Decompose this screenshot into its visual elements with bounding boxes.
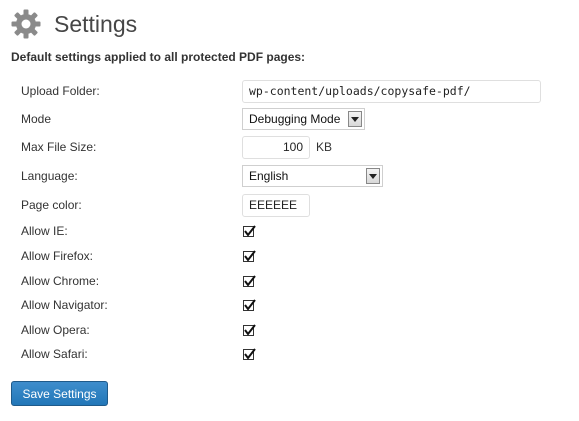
- allow-chrome-row: Allow Chrome:: [21, 270, 561, 292]
- allow-opera-checkbox[interactable]: [243, 323, 256, 336]
- page-color-row: Page color: EEEEEE: [21, 193, 561, 217]
- allow-chrome-checkbox[interactable]: [243, 274, 256, 287]
- allow-ie-row: Allow IE:: [21, 220, 561, 242]
- allow-opera-label: Allow Opera:: [21, 323, 90, 337]
- checkmark-icon: [244, 347, 256, 360]
- chevron-down-icon: [348, 111, 362, 127]
- allow-navigator-label: Allow Navigator:: [21, 298, 108, 312]
- allow-ie-label: Allow IE:: [21, 224, 68, 238]
- max-file-size-unit: KB: [316, 140, 333, 154]
- page-color-value: EEEEEE: [249, 198, 298, 212]
- page-color-input[interactable]: EEEEEE: [242, 193, 310, 217]
- page-color-label: Page color:: [21, 198, 82, 212]
- upload-folder-label: Upload Folder:: [21, 84, 100, 98]
- mode-row: Mode Debugging Mode: [21, 108, 561, 130]
- allow-firefox-row: Allow Firefox:: [21, 245, 561, 267]
- max-file-size-input[interactable]: 100: [242, 135, 310, 159]
- allow-firefox-checkbox[interactable]: [243, 249, 256, 262]
- max-file-size-row: Max File Size: 100 KB: [21, 135, 561, 159]
- allow-chrome-label: Allow Chrome:: [21, 274, 100, 288]
- upload-folder-row: Upload Folder: wp-content/uploads/copysa…: [21, 79, 561, 103]
- upload-folder-value: wp-content/uploads/copysafe-pdf/: [249, 84, 471, 98]
- save-settings-button[interactable]: Save Settings: [11, 381, 108, 406]
- gear-icon: [11, 9, 41, 39]
- language-selected-value: English: [249, 169, 289, 183]
- max-file-size-label: Max File Size:: [21, 140, 97, 154]
- allow-opera-row: Allow Opera:: [21, 319, 561, 341]
- max-file-size-value: 100: [282, 140, 303, 154]
- page-title: Settings: [54, 10, 138, 37]
- checkmark-icon: [244, 323, 256, 336]
- chevron-down-icon: [366, 168, 380, 184]
- allow-safari-label: Allow Safari:: [21, 347, 88, 361]
- language-label: Language:: [21, 169, 78, 183]
- checkmark-icon: [244, 249, 256, 262]
- checkmark-icon: [244, 224, 256, 237]
- mode-selected-value: Debugging Mode: [249, 112, 341, 126]
- allow-firefox-label: Allow Firefox:: [21, 249, 94, 263]
- allow-navigator-checkbox[interactable]: [243, 298, 256, 311]
- allow-navigator-row: Allow Navigator:: [21, 294, 561, 316]
- checkmark-icon: [244, 298, 256, 311]
- upload-folder-input[interactable]: wp-content/uploads/copysafe-pdf/: [242, 79, 541, 103]
- page-header: Settings: [10, 6, 137, 42]
- checkmark-icon: [244, 274, 256, 287]
- allow-safari-checkbox[interactable]: [243, 347, 256, 360]
- language-row: Language: English: [21, 165, 561, 187]
- mode-label: Mode: [21, 112, 52, 126]
- section-description: Default settings applied to all protecte…: [11, 50, 306, 64]
- mode-select[interactable]: Debugging Mode: [242, 108, 365, 130]
- language-select[interactable]: English: [242, 165, 383, 187]
- allow-ie-checkbox[interactable]: [243, 224, 256, 237]
- allow-safari-row: Allow Safari:: [21, 343, 561, 365]
